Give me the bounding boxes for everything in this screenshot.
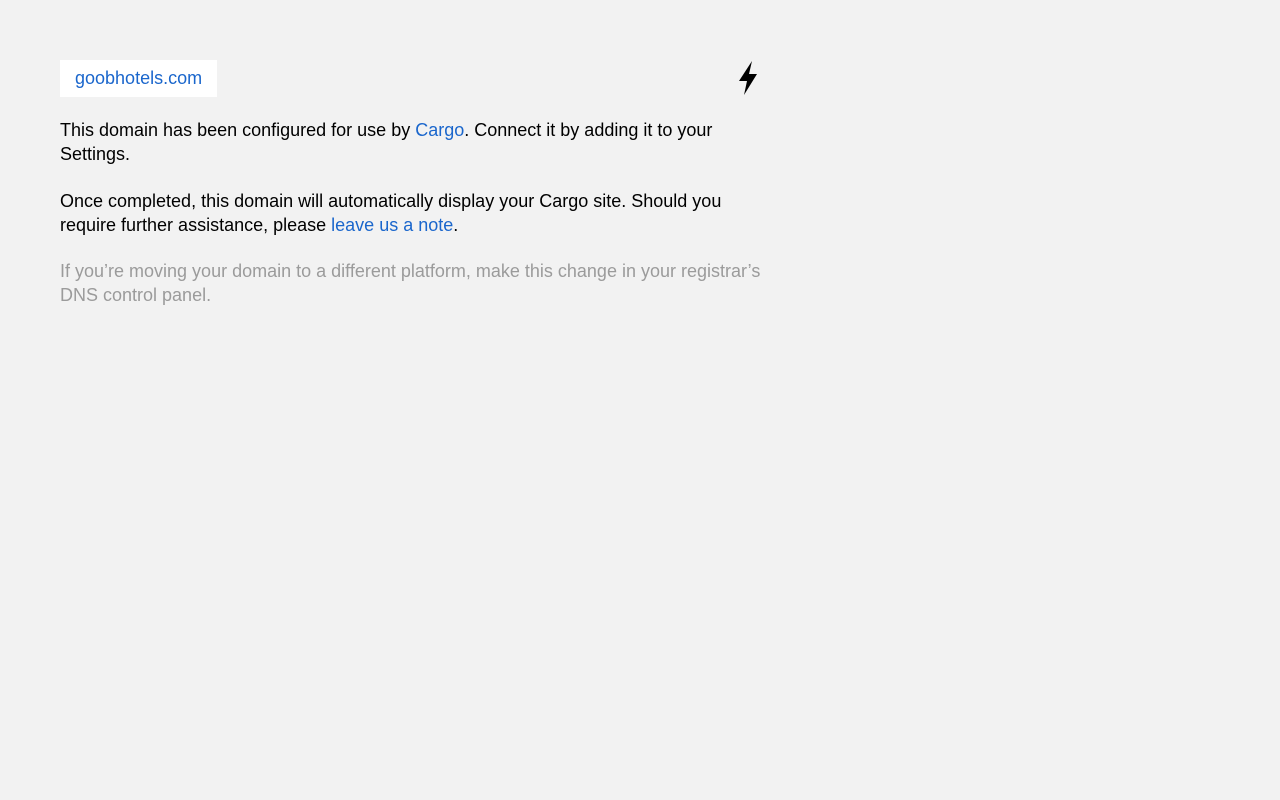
lightning-bolt-icon <box>739 61 757 95</box>
completion-message: Once completed, this domain will automat… <box>60 189 765 237</box>
cargo-link[interactable]: Cargo <box>415 120 464 140</box>
domain-link[interactable]: goobhotels.com <box>75 68 202 88</box>
domain-notice: goobhotels.com This domain has been conf… <box>60 60 765 307</box>
dns-help-message: If you’re moving your domain to a differ… <box>60 261 761 305</box>
configured-message: This domain has been configured for use … <box>60 118 765 166</box>
configured-message-text: This domain has been configured for use … <box>60 120 416 140</box>
leave-note-link[interactable]: leave us a note <box>331 215 453 235</box>
domain-badge: goobhotels.com <box>60 60 218 97</box>
completion-message-text-end: . <box>453 215 459 235</box>
